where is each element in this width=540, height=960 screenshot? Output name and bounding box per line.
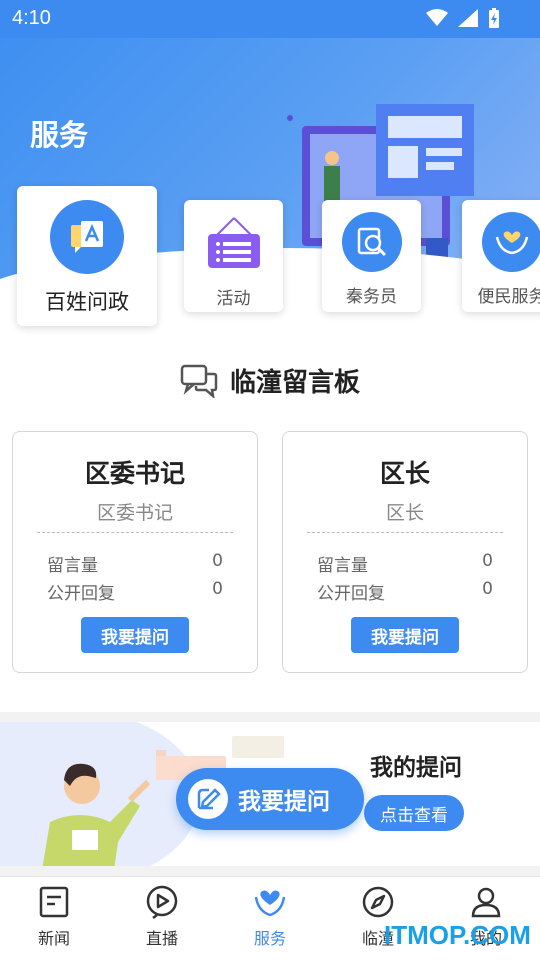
stat-row-replies: 公开回复 0 xyxy=(317,579,493,604)
service-label: 活动 xyxy=(216,289,251,309)
service-label: 便民服务 xyxy=(477,287,540,307)
floating-ask-button[interactable]: 我要提问 xyxy=(176,768,364,830)
news-icon xyxy=(39,886,69,918)
ask-question-button[interactable]: 我要提问 xyxy=(351,617,459,653)
edit-pen-icon xyxy=(188,779,228,819)
service-bianmin[interactable]: 便民服务 xyxy=(462,200,540,312)
dashed-divider xyxy=(307,532,503,533)
page-title: 服务 xyxy=(30,118,89,152)
stat-row-messages: 留言量 0 xyxy=(317,551,493,576)
person-pointing-illustration xyxy=(42,750,166,870)
nav-label: 服务 xyxy=(253,929,286,948)
service-label: 百姓问政 xyxy=(45,290,129,314)
nav-live[interactable]: 直播 xyxy=(108,877,216,960)
leader-name: 区委书记 xyxy=(84,459,185,488)
service-activity[interactable]: 活动 xyxy=(184,200,283,312)
nav-news[interactable]: 新闻 xyxy=(0,877,108,960)
service-row: 百姓问政 活动 秦务员 便民服务 xyxy=(0,186,540,331)
status-time: 4:10 xyxy=(12,7,51,29)
leader-subtitle: 区长 xyxy=(385,502,424,524)
ask-question-button[interactable]: 我要提问 xyxy=(81,617,189,653)
stat-value: 0 xyxy=(212,579,223,599)
leader-card-district-head[interactable]: 区长 区长 留言量 0 公开回复 0 我要提问 xyxy=(282,431,528,673)
leader-name: 区长 xyxy=(379,459,430,488)
nav-label: 新闻 xyxy=(37,929,70,948)
service-qinwuyuan[interactable]: 秦务员 xyxy=(322,200,421,312)
board-title: 临潼留言板 xyxy=(229,368,360,398)
view-my-questions-button[interactable]: 点击查看 xyxy=(364,795,464,831)
helping-hands-icon xyxy=(481,212,540,272)
stat-row-replies: 公开回复 0 xyxy=(47,579,223,604)
play-icon xyxy=(146,885,178,919)
service-baixing-wenzheng[interactable]: 百姓问政 xyxy=(17,186,157,326)
stat-value: 0 xyxy=(482,579,493,599)
stat-row-messages: 留言量 0 xyxy=(47,551,223,576)
stat-label: 公开回复 xyxy=(47,584,115,604)
watermark: ITMOP.COM xyxy=(384,920,531,950)
signal-icon xyxy=(458,9,478,27)
leader-card-secretary[interactable]: 区委书记 区委书记 留言量 0 公开回复 0 我要提问 xyxy=(12,431,258,673)
search-document-icon xyxy=(341,212,402,272)
board-section-title: 临潼留言板 xyxy=(0,362,540,399)
heart-hands-icon xyxy=(254,890,286,917)
section-separator xyxy=(0,866,540,876)
my-question-title: 我的提问 xyxy=(370,755,462,781)
wifi-icon xyxy=(426,9,448,26)
stat-label: 留言量 xyxy=(47,556,98,576)
battery-charging-icon xyxy=(489,8,499,28)
question-board-icon xyxy=(50,200,124,274)
stat-label: 公开回复 xyxy=(317,584,385,604)
activity-sign-icon xyxy=(206,216,262,274)
leader-subtitle: 区委书记 xyxy=(96,502,173,524)
section-separator xyxy=(0,712,540,722)
chat-bubbles-icon xyxy=(180,364,218,398)
compass-icon xyxy=(362,886,394,918)
service-label: 秦务员 xyxy=(346,287,397,307)
stat-value: 0 xyxy=(212,551,223,571)
nav-label: 直播 xyxy=(145,929,178,948)
status-bar: 4:10 xyxy=(0,0,540,38)
stat-label: 留言量 xyxy=(317,556,368,576)
nav-service[interactable]: 服务 xyxy=(216,877,324,960)
user-icon xyxy=(471,887,501,918)
floating-ask-label: 我要提问 xyxy=(238,789,330,815)
dashed-divider xyxy=(37,532,233,533)
stat-value: 0 xyxy=(482,551,493,571)
